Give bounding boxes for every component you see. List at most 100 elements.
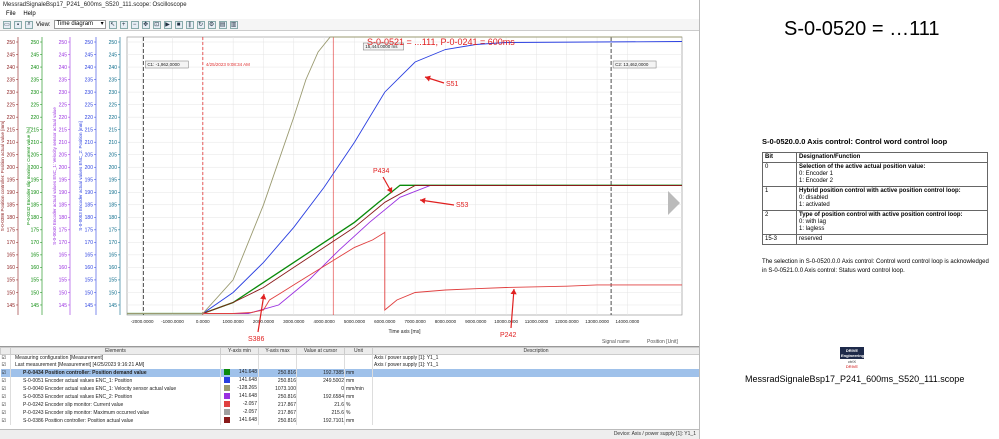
- new-icon[interactable]: ▭: [3, 20, 11, 29]
- expand-panel-icon[interactable]: [668, 191, 680, 215]
- pause-icon[interactable]: ∥: [185, 20, 194, 29]
- zoom-icon[interactable]: ⌕: [25, 20, 33, 29]
- y-tick-label: 245: [31, 52, 40, 58]
- save-icon[interactable]: ▪: [14, 20, 22, 29]
- fit-icon[interactable]: ⊡: [152, 20, 161, 29]
- legend-col-header[interactable]: Description: [372, 347, 699, 355]
- legend-color-swatch[interactable]: [224, 392, 230, 399]
- legend-color-swatch[interactable]: [224, 376, 230, 383]
- legend-row[interactable]: ☑ Last measurement [Measurement] [4/25/20…: [0, 361, 699, 369]
- legend-cell-ymin: -2.057: [220, 400, 259, 409]
- legend-color-swatch[interactable]: [224, 400, 230, 407]
- legend-cell-ymax: 250.816: [258, 368, 297, 377]
- y-tick-label: 175: [31, 228, 40, 234]
- legend-table: Elements Y-axis min Y-axis max Value at cur…: [0, 347, 699, 425]
- legend-color-swatch[interactable]: [224, 408, 230, 415]
- y-axis-title: P-0-0242 Encoder slip monitor: Current v…: [26, 127, 31, 225]
- settings-icon[interactable]: ⚙: [207, 20, 216, 29]
- doc-desc-head: Selection of the active actual position …: [799, 164, 926, 170]
- legend-row[interactable]: ☑ Measuring configuration [Measurement] Ax…: [0, 354, 699, 362]
- doc-desc-head: Type of position control with active pos…: [799, 212, 963, 218]
- y-tick-label: 170: [109, 240, 118, 246]
- legend-element-name: S-0-0386 Position controller: Position a…: [10, 416, 221, 425]
- legend-row[interactable]: ☑ S-0-0040 Encoder actual values ENC_1: V…: [0, 384, 699, 393]
- legend-checkbox[interactable]: ☑: [0, 368, 11, 377]
- legend-header-row: Elements Y-axis min Y-axis max Value at cur…: [0, 347, 699, 355]
- oscilloscope-chart[interactable]: -2000.0000 -1000.0000 0.0000 1000.0000 2000.…: [0, 31, 699, 346]
- y-tick-label: 210: [85, 140, 94, 146]
- legend-checkbox[interactable]: ☑: [0, 392, 11, 401]
- legend-cell-desc: [372, 376, 699, 385]
- legend-checkbox[interactable]: ☑: [0, 416, 11, 425]
- legend-checkbox[interactable]: ☑: [0, 408, 11, 417]
- legend-row[interactable]: ☑ P-0-0243 Encoder slip monitor: Maximum …: [0, 408, 699, 417]
- x-axis-label: Time axis [ms]: [388, 329, 421, 335]
- legend-row[interactable]: ☑ S-0-0051 Encoder actual values ENC_1: P…: [0, 376, 699, 385]
- y-tick-label: 170: [31, 240, 40, 246]
- menu-file[interactable]: File: [6, 11, 16, 17]
- legend-cell-unit: [344, 354, 373, 362]
- legend-checkbox[interactable]: ☑: [0, 354, 11, 362]
- legend-cell-value: [296, 354, 345, 362]
- layout-icon[interactable]: ▤: [218, 20, 227, 29]
- y-tick-label: 150: [7, 290, 16, 296]
- y-tick-label: 220: [85, 115, 94, 121]
- legend-color-swatch[interactable]: [224, 368, 230, 375]
- legend-element-name: S-0-0053 Encoder actual values ENC_2: Po…: [10, 392, 221, 401]
- layout2-icon[interactable]: ▥: [229, 20, 238, 29]
- y-tick-label: 165: [7, 253, 16, 259]
- legend-cell-value: 192.7101: [296, 416, 345, 425]
- x-tick-label: 4000.0000: [313, 319, 335, 324]
- pan-icon[interactable]: ✥: [141, 20, 150, 29]
- legend-element-name: P-0-0242 Encoder slip monitor: Current v…: [10, 400, 221, 409]
- x-tick-label: 7000.0000: [404, 319, 426, 324]
- y-tick-label: 225: [85, 102, 94, 108]
- legend-checkbox[interactable]: ☑: [0, 361, 11, 369]
- y-tick-label: 205: [31, 153, 40, 159]
- y-tick-label: 170: [7, 240, 16, 246]
- y-tick-label: 240: [109, 65, 118, 71]
- y-tick-label: 225: [7, 102, 16, 108]
- legend-checkbox[interactable]: ☑: [0, 400, 11, 409]
- refresh-icon[interactable]: ↻: [196, 20, 205, 29]
- y-tick-label: 230: [7, 90, 16, 96]
- x-tick-label: 11000.0000: [525, 319, 549, 324]
- x-tick-label: -1000.0000: [161, 319, 184, 324]
- y-tick-label: 240: [85, 65, 94, 71]
- cursor-icon[interactable]: ↖: [108, 20, 117, 29]
- y-tick-label: 210: [31, 140, 40, 146]
- legend-checkbox[interactable]: ☑: [0, 376, 11, 385]
- view-label: View:: [36, 21, 51, 28]
- legend-row[interactable]: ☑ S-0-0386 Position controller: Position …: [0, 416, 699, 425]
- legend-row[interactable]: ☑ P-0-0434 Position controller: Position …: [0, 368, 699, 377]
- legend-col-header[interactable]: Value at cursor: [296, 347, 345, 355]
- legend-col-header[interactable]: Unit: [344, 347, 373, 355]
- legend-color-swatch[interactable]: [224, 416, 230, 423]
- doc-desc-option: 0: disabled: [799, 195, 829, 201]
- x-tick-label: 0.0000: [196, 319, 210, 324]
- zoom-out-icon[interactable]: −: [130, 20, 139, 29]
- y-tick-label: 250: [7, 40, 16, 46]
- doc-row: 2 Type of position control with active po…: [762, 210, 988, 235]
- legend-cell-ymin: 141.648: [220, 376, 259, 385]
- legend-col-header[interactable]: Y-axis max: [258, 347, 297, 355]
- legend-checkbox[interactable]: ☑: [0, 384, 11, 393]
- y-tick-label: 210: [7, 140, 16, 146]
- legend-col-header[interactable]: [0, 347, 11, 355]
- legend-col-header[interactable]: Elements: [10, 347, 221, 355]
- view-select[interactable]: Time diagram: [53, 20, 106, 29]
- legend-col-header[interactable]: Y-axis min: [220, 347, 259, 355]
- start-icon[interactable]: ▶: [163, 20, 172, 29]
- label-s386: S386: [248, 336, 264, 343]
- doc-col-desc: Designation/Function: [796, 152, 988, 163]
- legend-row[interactable]: ☑ P-0-0242 Encoder slip monitor: Current …: [0, 400, 699, 409]
- x-tick-label: -2000.0000: [131, 319, 154, 324]
- legend-cell-ymin: -2.057: [220, 408, 259, 417]
- legend-row[interactable]: ☑ S-0-0053 Encoder actual values ENC_2: P…: [0, 392, 699, 401]
- legend-color-swatch[interactable]: [224, 384, 230, 391]
- stop-icon[interactable]: ■: [174, 20, 183, 29]
- y-tick-label: 200: [59, 165, 68, 171]
- zoom-in-icon[interactable]: +: [119, 20, 128, 29]
- y-tick-label: 190: [85, 190, 94, 196]
- menu-help[interactable]: Help: [23, 11, 35, 17]
